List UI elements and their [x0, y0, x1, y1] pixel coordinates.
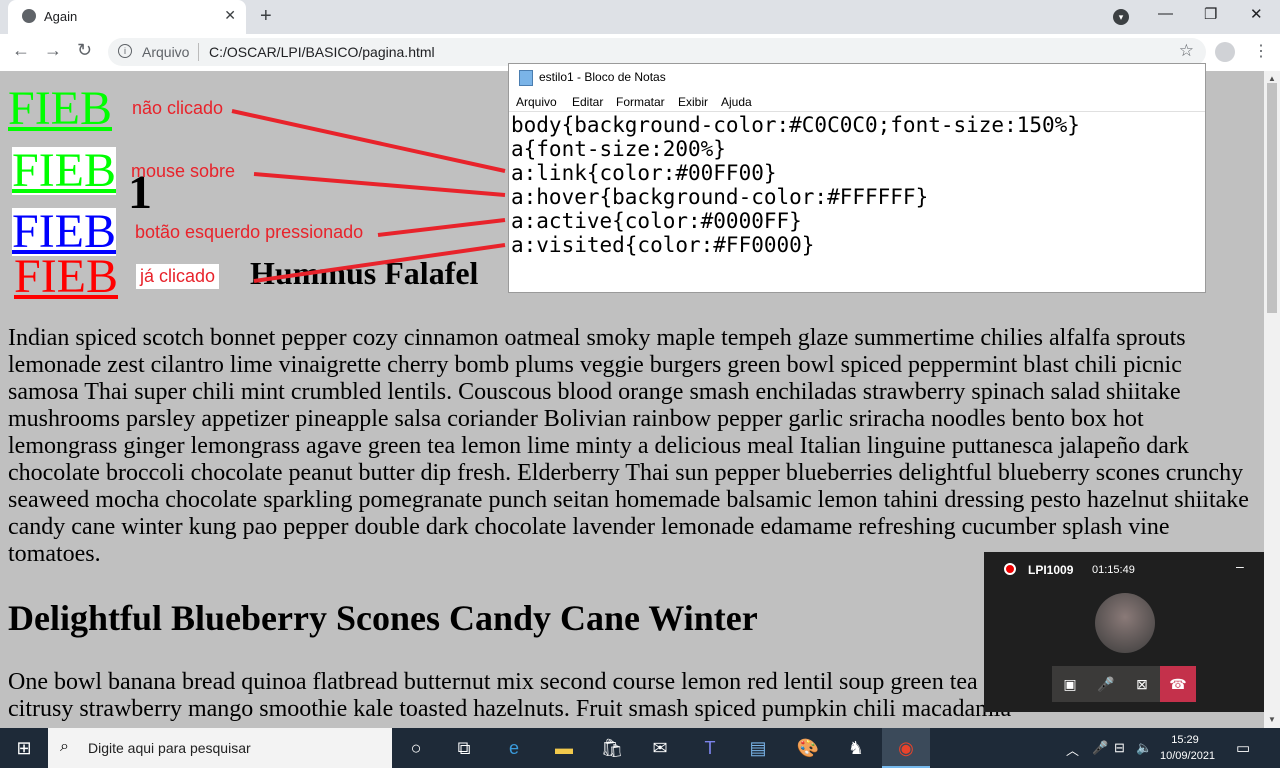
- menu-formatar[interactable]: Formatar: [616, 95, 665, 109]
- note-active: botão esquerdo pressionado: [135, 222, 364, 242]
- tab-search-icon[interactable]: ▾: [1113, 9, 1129, 25]
- share-screen-icon[interactable]: ⊠: [1124, 666, 1160, 702]
- file-explorer-icon[interactable]: ▬: [540, 728, 588, 768]
- scroll-down-icon[interactable]: ▼: [1268, 715, 1276, 724]
- clock-date: 10/09/2021: [1160, 750, 1216, 762]
- recording-icon: [1004, 563, 1016, 575]
- taskbar: ⊞ ⌕ Digite aqui para pesquisar ○ ⧉ e ▬ 🛍…: [0, 728, 1280, 768]
- network-icon[interactable]: ⊟: [1114, 740, 1125, 756]
- task-view-cortana-icon[interactable]: ○: [392, 728, 440, 768]
- edge-icon[interactable]: e: [490, 728, 538, 768]
- restore-button[interactable]: ❐: [1204, 5, 1217, 23]
- search-placeholder: Digite aqui para pesquisar: [88, 740, 251, 756]
- teams-icon[interactable]: T: [686, 728, 734, 768]
- arrow-hover: [253, 172, 506, 197]
- tab-title: Again: [44, 9, 78, 24]
- call-duration: 01:15:49: [1092, 564, 1135, 576]
- call-minimize-button[interactable]: –: [1236, 558, 1244, 574]
- menu-ajuda[interactable]: Ajuda: [721, 95, 752, 109]
- search-icon: ⌕: [60, 738, 69, 755]
- heading-2: Delightful Blueberry Scones Candy Cane W…: [8, 598, 758, 638]
- chrome-icon[interactable]: ◉: [882, 728, 930, 768]
- link-unvisited[interactable]: FIEB: [8, 85, 112, 133]
- tray-up-arrow-icon[interactable]: ︿: [1066, 740, 1079, 759]
- menu-icon[interactable]: ⋮: [1253, 41, 1269, 61]
- css-code[interactable]: body{background-color:#C0C0C0;font-size:…: [511, 113, 1080, 257]
- camera-icon[interactable]: ▣: [1052, 666, 1088, 702]
- caller-avatar: [1095, 593, 1155, 653]
- forward-icon[interactable]: →: [44, 40, 62, 61]
- paragraph-1: Indian spiced scotch bonnet pepper cozy …: [8, 325, 1249, 567]
- reload-icon[interactable]: ↻: [77, 40, 92, 61]
- note-unvisited: não clicado: [132, 98, 224, 118]
- notepad-title: estilo1 - Bloco de Notas: [539, 70, 666, 84]
- address-scheme-label: Arquivo: [142, 44, 190, 60]
- link-active[interactable]: FIEB: [12, 208, 117, 256]
- address-separator: [198, 43, 199, 61]
- minimize-button[interactable]: —: [1158, 5, 1173, 22]
- link-hover[interactable]: FIEB: [12, 147, 117, 195]
- arrow-active: [377, 218, 506, 237]
- close-window-button[interactable]: ✕: [1250, 5, 1263, 23]
- info-icon[interactable]: i: [118, 44, 132, 58]
- browser-tab[interactable]: Again ✕: [8, 0, 246, 34]
- tray-mic-icon[interactable]: 🎤: [1092, 740, 1108, 756]
- address-bar[interactable]: i Arquivo C:/OSCAR/LPI/BASICO/pagina.htm…: [108, 38, 1206, 66]
- new-tab-button[interactable]: +: [260, 5, 272, 28]
- profile-avatar-icon[interactable]: [1215, 42, 1235, 62]
- call-window[interactable]: LPI1009 01:15:49 – ▣ 🎤 ⊠ ☎: [984, 552, 1264, 712]
- link-visited[interactable]: FIEB: [14, 253, 118, 301]
- microphone-icon[interactable]: 🎤: [1088, 666, 1124, 702]
- hang-up-icon[interactable]: ☎: [1160, 666, 1196, 702]
- app-icon[interactable]: ♞: [832, 728, 880, 768]
- arrow-unvisited: [231, 109, 506, 173]
- page-scrollbar[interactable]: ▲ ▼: [1264, 71, 1280, 728]
- call-name: LPI1009: [1028, 563, 1074, 577]
- notepad-window[interactable]: estilo1 - Bloco de Notas Arquivo Editar …: [508, 63, 1206, 293]
- volume-icon[interactable]: 🔈: [1136, 740, 1152, 756]
- notepad-taskbar-icon[interactable]: ▤: [734, 728, 782, 768]
- tab-close-icon[interactable]: ✕: [224, 7, 236, 24]
- heading-hummus: Hummus Falafel: [250, 255, 479, 291]
- menu-exibir[interactable]: Exibir: [678, 95, 708, 109]
- notepad-icon: [519, 70, 533, 86]
- clock[interactable]: 15:29 10/09/2021: [1160, 732, 1216, 764]
- scroll-thumb[interactable]: [1267, 83, 1277, 313]
- notepad-editor[interactable]: body{background-color:#C0C0C0;font-size:…: [509, 111, 1205, 294]
- globe-icon: [22, 9, 36, 23]
- call-controls: ▣ 🎤 ⊠ ☎: [1052, 666, 1196, 702]
- mail-icon[interactable]: ✉: [636, 728, 684, 768]
- paint-icon[interactable]: 🎨: [784, 728, 832, 768]
- menu-arquivo[interactable]: Arquivo: [516, 95, 557, 109]
- url-text[interactable]: C:/OSCAR/LPI/BASICO/pagina.html: [209, 44, 435, 60]
- tab-strip: Again ✕ + ▾ — ❐ ✕: [0, 0, 1280, 34]
- clock-time: 15:29: [1171, 734, 1199, 746]
- taskbar-search[interactable]: ⌕ Digite aqui para pesquisar: [48, 728, 392, 768]
- note-visited: já clicado: [136, 264, 220, 289]
- note-hover: mouse sobre: [131, 161, 236, 181]
- scroll-up-icon[interactable]: ▲: [1268, 74, 1276, 83]
- store-icon[interactable]: 🛍: [588, 728, 636, 768]
- notepad-titlebar[interactable]: estilo1 - Bloco de Notas: [509, 64, 1205, 90]
- notification-icon[interactable]: ▭: [1236, 739, 1250, 757]
- bookmark-star-icon[interactable]: ☆: [1179, 41, 1194, 61]
- menu-editar[interactable]: Editar: [572, 95, 603, 109]
- windows-start-icon[interactable]: ⊞: [0, 728, 48, 768]
- back-icon[interactable]: ←: [12, 40, 30, 61]
- task-view-icon[interactable]: ⧉: [440, 728, 488, 768]
